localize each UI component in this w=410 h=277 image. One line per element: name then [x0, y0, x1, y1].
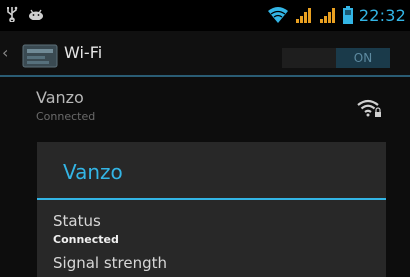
network-details-dialog: Vanzo Status Connected Signal strength: [37, 142, 386, 277]
wifi-settings-icon[interactable]: [22, 42, 58, 70]
wifi-signal-icon: [267, 7, 288, 23]
cell-signal-icon: [319, 8, 335, 23]
clock: 22:32: [358, 5, 406, 25]
dialog-title: Vanzo: [63, 160, 123, 184]
usb-icon: [7, 6, 18, 22]
dialog-title-divider: [37, 198, 386, 200]
page-title: Wi-Fi: [64, 43, 103, 62]
status-label: Status: [53, 212, 101, 230]
status-bar: 22:32: [0, 0, 410, 31]
cell-signal-icon: [295, 8, 311, 23]
battery-icon: [342, 6, 353, 24]
status-value: Connected: [53, 233, 119, 246]
system-icons: 22:32: [267, 4, 406, 26]
signal-strength-label: Signal strength: [53, 254, 168, 272]
toggle-on-label: ON: [336, 48, 390, 68]
wifi-toggle[interactable]: ON: [282, 48, 390, 68]
network-status: Connected: [36, 110, 96, 123]
back-chevron-icon[interactable]: ‹: [2, 45, 8, 61]
network-name: Vanzo: [36, 88, 84, 107]
notification-icons: [6, 6, 44, 22]
action-bar: ‹ Wi-Fi ON: [0, 31, 410, 77]
android-debug-icon: [29, 9, 43, 20]
wifi-locked-icon: [357, 99, 381, 117]
